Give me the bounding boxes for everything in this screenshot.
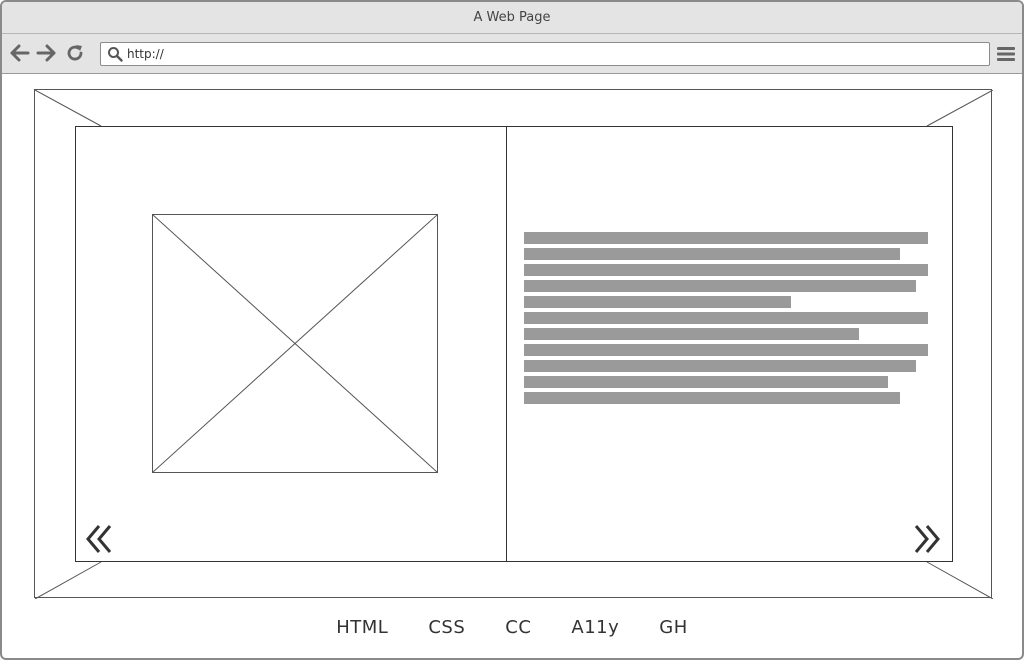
text-placeholder-line	[524, 296, 791, 308]
carousel-next-button[interactable]	[912, 522, 942, 556]
title-bar: A Web Page	[2, 2, 1022, 34]
text-placeholder-line	[524, 344, 928, 356]
browser-toolbar	[2, 34, 1022, 74]
reload-icon	[67, 45, 83, 61]
text-placeholder-line	[524, 376, 888, 388]
double-chevron-right-icon	[914, 525, 940, 553]
arrow-left-icon	[10, 44, 30, 62]
menu-button[interactable]	[996, 44, 1016, 64]
back-button[interactable]	[10, 43, 30, 63]
address-bar[interactable]	[100, 42, 990, 66]
text-placeholder-block	[524, 232, 928, 408]
browser-window: A Web Page http:// HTML CSS CC A11y GH	[0, 0, 1024, 660]
footer-link-a11y[interactable]: A11y	[571, 617, 619, 638]
hamburger-menu-icon	[997, 47, 1015, 61]
url-input[interactable]	[127, 47, 967, 61]
double-chevron-left-icon	[86, 525, 112, 553]
footer-link-cc[interactable]: CC	[505, 617, 531, 638]
reload-button[interactable]	[65, 43, 85, 63]
carousel	[34, 89, 993, 599]
footer-link-css[interactable]: CSS	[428, 617, 465, 638]
text-placeholder-line	[524, 328, 860, 340]
text-placeholder-line	[524, 248, 900, 260]
footer-links: HTML CSS CC A11y GH	[2, 613, 1022, 641]
text-placeholder-line	[524, 360, 916, 372]
image-placeholder	[152, 214, 438, 473]
text-placeholder-line	[524, 312, 928, 324]
text-placeholder-line	[524, 280, 916, 292]
slide-divider	[506, 127, 507, 561]
window-title: A Web Page	[473, 10, 551, 25]
page-content: HTML CSS CC A11y GH	[2, 75, 1022, 658]
forward-button[interactable]	[36, 43, 56, 63]
text-placeholder-line	[524, 264, 928, 276]
arrow-right-icon	[36, 44, 56, 62]
carousel-prev-button[interactable]	[84, 522, 114, 556]
footer-link-html[interactable]: HTML	[336, 617, 388, 638]
carousel-slide	[75, 126, 953, 562]
footer-link-gh[interactable]: GH	[659, 617, 687, 638]
search-icon	[107, 46, 123, 62]
text-placeholder-line	[524, 392, 900, 404]
text-placeholder-line	[524, 232, 928, 244]
